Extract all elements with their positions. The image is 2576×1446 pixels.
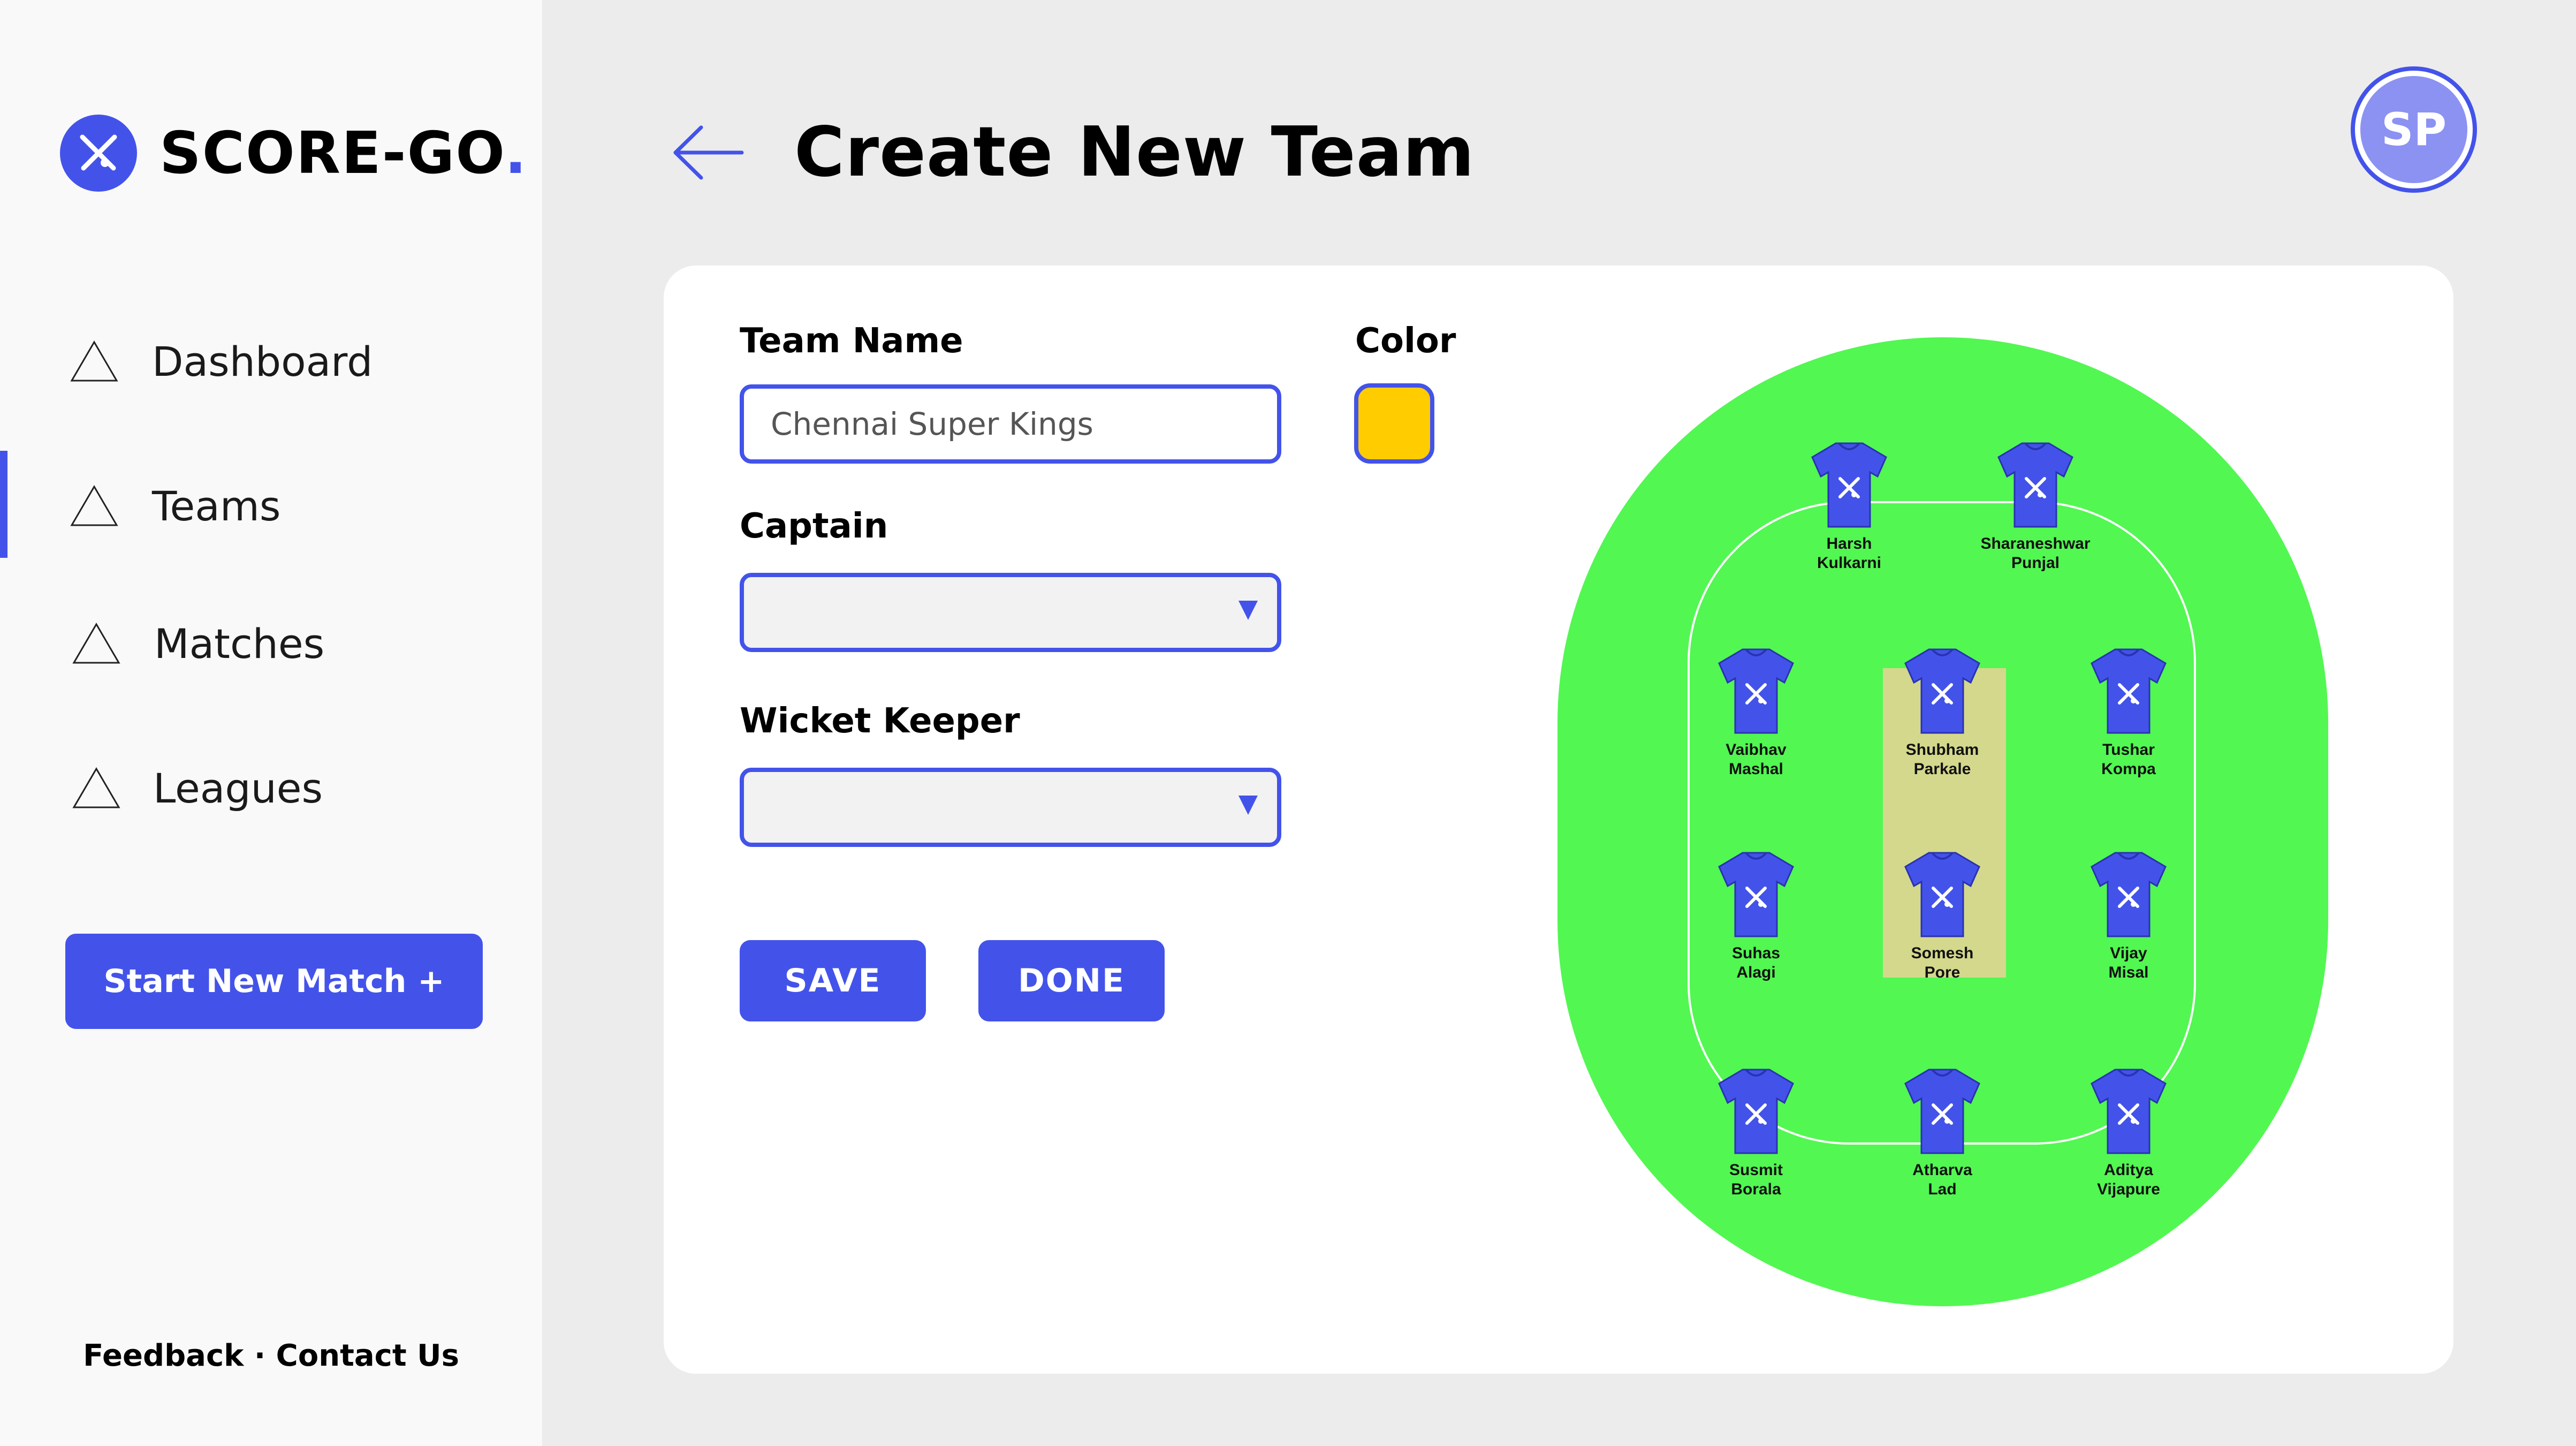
done-button[interactable]: DONE bbox=[978, 940, 1165, 1021]
player-slot[interactable]: Tushar Kompa bbox=[2032, 645, 2225, 779]
player-name: Vijay Misal bbox=[2032, 944, 2225, 982]
player-slot[interactable]: Vijay Misal bbox=[2032, 849, 2225, 982]
color-label: Color bbox=[1355, 321, 1456, 361]
player-first-name: Tushar bbox=[2102, 741, 2155, 759]
team-name-input[interactable]: Chennai Super Kings bbox=[740, 384, 1281, 464]
player-last-name: Lad bbox=[1928, 1180, 1957, 1198]
player-name: Vaibhav Mashal bbox=[1660, 740, 1852, 779]
contact-us-link[interactable]: Contact Us bbox=[276, 1338, 459, 1373]
player-slot[interactable]: Harsh Kulkarni bbox=[1753, 439, 1946, 573]
player-first-name: Suhas bbox=[1731, 944, 1781, 962]
sidebar-item-label: Dashboard bbox=[152, 337, 373, 385]
brand-name: SCORE-GO. bbox=[159, 119, 528, 187]
sidebar-item-teams[interactable]: Teams bbox=[0, 452, 542, 559]
player-name: Sharaneshwar Punjal bbox=[1939, 534, 2132, 573]
triangle-icon bbox=[70, 340, 118, 382]
color-picker[interactable] bbox=[1354, 383, 1434, 464]
save-button[interactable]: SAVE bbox=[740, 940, 926, 1021]
feedback-link[interactable]: Feedback bbox=[83, 1338, 244, 1373]
player-last-name: Misal bbox=[2108, 964, 2149, 981]
player-slot[interactable]: Aditya Vijapure bbox=[2032, 1065, 2225, 1199]
player-name: Suhas Alagi bbox=[1660, 944, 1852, 982]
player-name: Atharva Lad bbox=[1846, 1161, 2039, 1199]
player-name: Tushar Kompa bbox=[2032, 740, 2225, 779]
jersey-icon bbox=[1997, 442, 2073, 528]
triangle-icon bbox=[72, 623, 120, 664]
player-name: Susmit Borala bbox=[1660, 1161, 1852, 1199]
jersey-icon bbox=[2091, 648, 2167, 734]
wicket-keeper-select[interactable] bbox=[740, 768, 1281, 847]
jersey-icon bbox=[1811, 442, 1887, 528]
player-slot[interactable]: Shubham Parkale bbox=[1846, 645, 2039, 779]
cricket-logo-icon bbox=[60, 115, 137, 192]
jersey-icon bbox=[1718, 648, 1794, 734]
sidebar-item-label: Leagues bbox=[153, 764, 323, 812]
avatar[interactable]: SP bbox=[2351, 66, 2477, 193]
jersey-icon bbox=[1904, 852, 1980, 937]
sidebar-item-label: Teams bbox=[152, 482, 281, 530]
sidebar-item-label: Matches bbox=[154, 619, 325, 668]
player-name: Shubham Parkale bbox=[1846, 740, 2039, 779]
page-title: Create New Team bbox=[794, 112, 1475, 192]
jersey-icon bbox=[1904, 648, 1980, 734]
player-slot[interactable]: Suhas Alagi bbox=[1660, 849, 1852, 982]
captain-select[interactable] bbox=[740, 573, 1281, 652]
avatar-initials: SP bbox=[2360, 76, 2467, 183]
sidebar-item-leagues[interactable]: Leagues bbox=[0, 735, 542, 842]
player-last-name: Kulkarni bbox=[1817, 554, 1882, 572]
player-last-name: Borala bbox=[1731, 1180, 1781, 1198]
player-last-name: Kompa bbox=[2101, 760, 2156, 778]
player-first-name: Sharaneshwar bbox=[1980, 535, 2091, 552]
jersey-icon bbox=[2091, 1069, 2167, 1154]
player-last-name: Parkale bbox=[1913, 760, 1971, 778]
player-first-name: Vaibhav bbox=[1726, 741, 1787, 759]
player-slot[interactable]: Susmit Borala bbox=[1660, 1065, 1852, 1199]
player-slot[interactable]: Vaibhav Mashal bbox=[1660, 645, 1852, 779]
player-slot[interactable]: Atharva Lad bbox=[1846, 1065, 2039, 1199]
chevron-down-icon bbox=[1238, 601, 1258, 620]
triangle-icon bbox=[70, 485, 118, 526]
player-slot[interactable]: Sharaneshwar Punjal bbox=[1939, 439, 2132, 573]
player-name: Somesh Pore bbox=[1846, 944, 2039, 982]
sidebar-item-matches[interactable]: Matches bbox=[0, 590, 542, 697]
player-first-name: Aditya bbox=[2104, 1161, 2153, 1179]
back-arrow-icon[interactable] bbox=[671, 123, 746, 182]
chevron-down-icon bbox=[1238, 796, 1258, 815]
player-last-name: Punjal bbox=[2011, 554, 2060, 572]
player-first-name: Vijay bbox=[2110, 944, 2147, 962]
player-first-name: Harsh bbox=[1826, 535, 1872, 552]
jersey-icon bbox=[1904, 1069, 1980, 1154]
player-first-name: Susmit bbox=[1729, 1161, 1783, 1179]
jersey-icon bbox=[2091, 852, 2167, 937]
team-name-label: Team Name bbox=[740, 321, 963, 361]
brand[interactable]: SCORE-GO. bbox=[60, 115, 528, 192]
player-name: Aditya Vijapure bbox=[2032, 1161, 2225, 1199]
player-first-name: Atharva bbox=[1912, 1161, 1972, 1179]
player-slot[interactable]: Somesh Pore bbox=[1846, 849, 2039, 982]
sidebar-item-dashboard[interactable]: Dashboard bbox=[0, 308, 542, 415]
wicket-keeper-label: Wicket Keeper bbox=[740, 701, 1020, 741]
footer-separator: · bbox=[244, 1338, 276, 1373]
jersey-icon bbox=[1718, 1069, 1794, 1154]
player-last-name: Alagi bbox=[1736, 964, 1776, 981]
triangle-icon bbox=[72, 767, 120, 808]
footer-links: Feedback · Contact Us bbox=[0, 1338, 542, 1373]
player-name: Harsh Kulkarni bbox=[1753, 534, 1946, 573]
player-last-name: Pore bbox=[1924, 964, 1961, 981]
player-last-name: Vijapure bbox=[2097, 1180, 2160, 1198]
sidebar: SCORE-GO. Dashboard Teams Matches League… bbox=[0, 0, 542, 1446]
start-new-match-button[interactable]: Start New Match + bbox=[65, 934, 483, 1029]
player-first-name: Shubham bbox=[1905, 741, 1979, 759]
player-first-name: Somesh bbox=[1911, 944, 1974, 962]
jersey-icon bbox=[1718, 852, 1794, 937]
captain-label: Captain bbox=[740, 506, 888, 546]
player-last-name: Mashal bbox=[1729, 760, 1783, 778]
